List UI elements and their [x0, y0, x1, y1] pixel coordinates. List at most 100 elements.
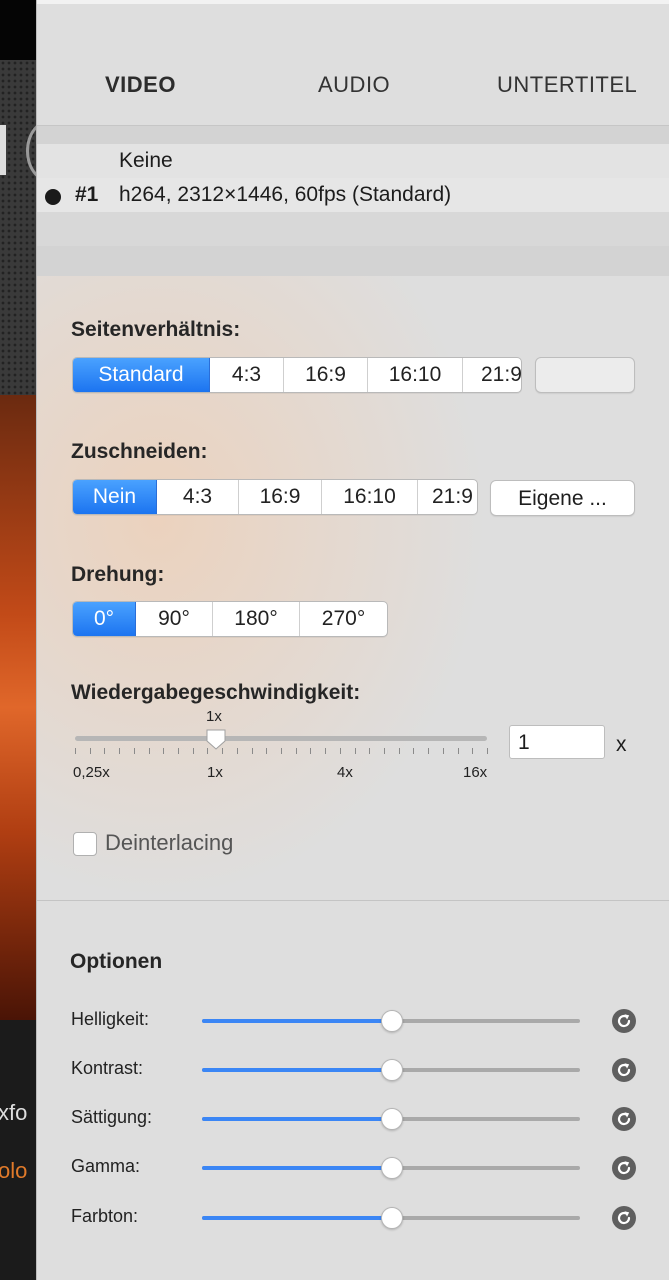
speed-tick-mark: [90, 748, 91, 754]
tab-subtitles[interactable]: UNTERTITEL: [497, 72, 637, 98]
speed-tick-label: 4x: [337, 764, 353, 781]
aspect-option-standard[interactable]: Standard: [73, 358, 210, 392]
rotation-option-90[interactable]: 90°: [136, 602, 213, 636]
speed-tick-mark: [163, 748, 164, 754]
options-divider: [37, 900, 669, 901]
option-slider-fill: [202, 1068, 391, 1072]
crop-option-16-10[interactable]: 16:10: [322, 480, 418, 514]
deinterlacing-checkbox[interactable]: [73, 832, 97, 856]
speed-tick-mark: [149, 748, 150, 754]
crop-label: Zuschneiden:: [71, 440, 208, 463]
speed-tick-mark: [413, 748, 414, 754]
crop-control: Nein 4:3 16:9 16:10 21:9: [72, 479, 478, 515]
speed-tick-mark: [75, 748, 76, 754]
track-label: Keine: [119, 149, 173, 172]
speed-tick-mark: [369, 748, 370, 754]
aspect-option-16-10[interactable]: 16:10: [368, 358, 463, 392]
speed-tick-mark: [296, 748, 297, 754]
option-slider-row: Gamma:: [37, 1148, 669, 1188]
speed-tick-mark: [104, 748, 105, 754]
speed-tick-mark: [399, 748, 400, 754]
speed-tick-mark: [443, 748, 444, 754]
rotation-option-0[interactable]: 0°: [73, 602, 136, 636]
options-title: Optionen: [70, 950, 163, 973]
option-slider-fill: [202, 1019, 391, 1023]
video-settings-panel: VIDEO AUDIO UNTERTITEL Keine #1 h264, 23…: [36, 0, 669, 1280]
speed-tick-label: 16x: [463, 764, 488, 781]
speed-tick-mark: [119, 748, 120, 754]
speed-tick-mark: [340, 748, 341, 754]
option-slider-knob[interactable]: [381, 1157, 403, 1179]
speed-tick-mark: [428, 748, 429, 754]
option-slider-fill: [202, 1216, 391, 1220]
speed-unit: x: [616, 733, 627, 756]
crop-option-4-3[interactable]: 4:3: [157, 480, 239, 514]
speed-tick-mark: [281, 748, 282, 754]
aspect-option-4-3[interactable]: 4:3: [210, 358, 284, 392]
rotation-label: Drehung:: [71, 563, 165, 586]
tab-bar: VIDEO AUDIO UNTERTITEL: [37, 62, 669, 106]
speed-tick-mark: [458, 748, 459, 754]
video-track-list: Keine #1 h264, 2312×1446, 60fps (Standar…: [37, 126, 669, 276]
option-slider-fill: [202, 1166, 391, 1170]
speed-tick-mark: [193, 748, 194, 754]
speed-tick-mark: [310, 748, 311, 754]
track-row-none[interactable]: Keine: [37, 144, 669, 178]
deinterlacing-label: Deinterlacing: [105, 830, 234, 855]
speed-tick-mark: [325, 748, 326, 754]
aspect-ratio-label: Seitenverhältnis:: [71, 318, 241, 341]
speed-slider-knob[interactable]: [205, 728, 227, 750]
aspect-ratio-control: Standard 4:3 16:9 16:10 21:9: [72, 357, 522, 393]
option-slider-row: Kontrast:: [37, 1050, 669, 1090]
speed-tick-mark: [472, 748, 473, 754]
aspect-custom-field[interactable]: [535, 357, 635, 393]
option-slider-knob[interactable]: [381, 1010, 403, 1032]
option-slider-knob[interactable]: [381, 1207, 403, 1229]
option-slider-knob[interactable]: [381, 1059, 403, 1081]
speed-tick-mark: [178, 748, 179, 754]
option-slider-label: Gamma:: [71, 1156, 141, 1176]
speed-input[interactable]: 1: [509, 725, 605, 759]
option-slider-row: Farbton:: [37, 1198, 669, 1238]
option-slider-fill: [202, 1117, 391, 1121]
option-slider-label: Sättigung:: [71, 1107, 153, 1127]
crop-option-16-9[interactable]: 16:9: [239, 480, 322, 514]
speed-tick-mark: [252, 748, 253, 754]
option-slider-knob[interactable]: [381, 1108, 403, 1130]
speed-slider-track[interactable]: [75, 736, 487, 741]
reset-icon[interactable]: [611, 1106, 637, 1132]
video-background: xfo olo: [0, 0, 40, 1280]
aspect-option-21-9[interactable]: 21:9: [463, 358, 521, 392]
speed-tick-mark: [384, 748, 385, 754]
rotation-option-180[interactable]: 180°: [213, 602, 300, 636]
option-slider-label: Farbton:: [71, 1206, 139, 1226]
rotation-option-270[interactable]: 270°: [300, 602, 387, 636]
reset-icon[interactable]: [611, 1155, 637, 1181]
speed-label: Wiedergabegeschwindigkeit:: [71, 681, 361, 704]
crop-custom-button[interactable]: Eigene ...: [490, 480, 635, 516]
option-slider-label: Helligkeit:: [71, 1009, 150, 1029]
reset-icon[interactable]: [611, 1205, 637, 1231]
option-slider-row: Sättigung:: [37, 1099, 669, 1139]
speed-tick-label: 1x: [207, 764, 223, 781]
tab-video[interactable]: VIDEO: [105, 72, 176, 98]
speed-tick-mark: [134, 748, 135, 754]
speed-tick-mark: [487, 748, 488, 754]
reset-icon[interactable]: [611, 1008, 637, 1034]
reset-icon[interactable]: [611, 1057, 637, 1083]
aspect-option-16-9[interactable]: 16:9: [284, 358, 368, 392]
speed-current-label: 1x: [206, 708, 222, 725]
tab-audio[interactable]: AUDIO: [318, 72, 390, 98]
crop-option-none[interactable]: Nein: [73, 480, 157, 514]
option-slider-label: Kontrast:: [71, 1058, 144, 1078]
speed-tick-mark: [266, 748, 267, 754]
crop-option-21-9[interactable]: 21:9: [418, 480, 477, 514]
track-label: h264, 2312×1446, 60fps (Standard): [119, 183, 452, 206]
rotation-control: 0° 90° 180° 270°: [72, 601, 388, 637]
selected-dot-icon: [45, 189, 61, 205]
speed-tick-mark: [237, 748, 238, 754]
track-row-1[interactable]: #1 h264, 2312×1446, 60fps (Standard): [37, 178, 669, 212]
option-slider-row: Helligkeit:: [37, 1001, 669, 1041]
track-number: #1: [75, 183, 99, 206]
speed-tick-mark: [355, 748, 356, 754]
